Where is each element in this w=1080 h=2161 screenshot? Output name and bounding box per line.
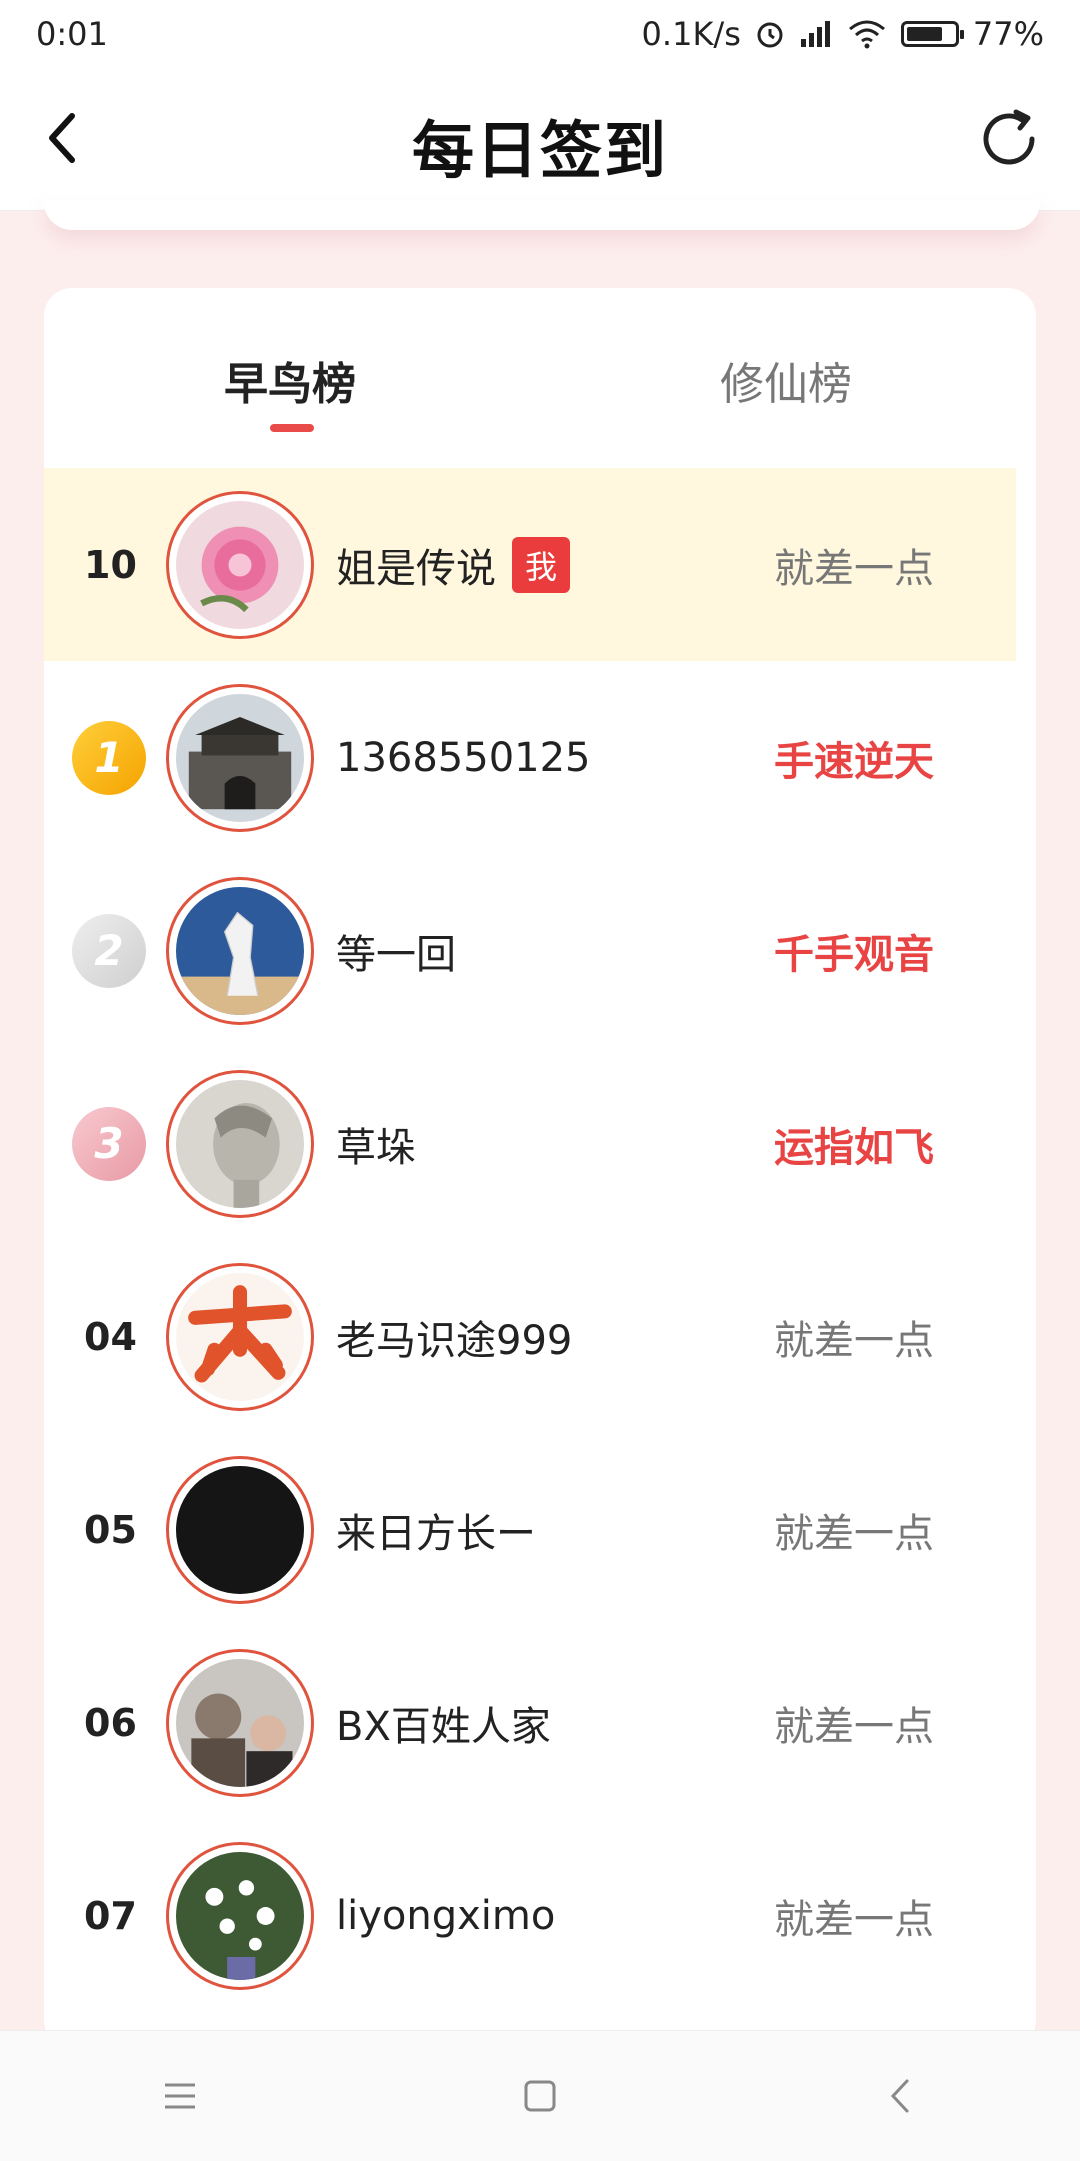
- rank-2-medal-icon: 2: [72, 913, 146, 988]
- list-item[interactable]: 1 1368550125 手速逆天: [44, 661, 1036, 854]
- user-name-text: 姐是传说: [336, 545, 496, 592]
- user-name-text: 草垛: [336, 1124, 416, 1171]
- avatar-image: [176, 1079, 304, 1208]
- list-item-mine[interactable]: 10 姐是传说 我 就差一点: [44, 468, 1016, 661]
- rank-number: 10: [84, 542, 137, 587]
- status-icons: 0.1K/s 77%: [642, 15, 1044, 53]
- status-time: 0:01: [36, 15, 108, 53]
- list-item[interactable]: 06 BX百姓人家 就差一点: [44, 1626, 1036, 1819]
- alarm-icon: [755, 19, 785, 49]
- avatar[interactable]: [166, 1841, 314, 1990]
- system-nav-bar: [0, 2030, 1080, 2161]
- avatar-image: [176, 886, 304, 1015]
- menu-icon: [165, 2083, 195, 2109]
- user-name-text: 等一回: [336, 931, 456, 978]
- nav-back-button[interactable]: [855, 2051, 945, 2141]
- list-item[interactable]: 3 草垛 运指如飞: [44, 1047, 1036, 1240]
- signal-icon: [799, 19, 833, 49]
- ranking-list: 10 姐是传说 我 就差一点 1 1368550125 手速逆天 2 等一回 千…: [44, 468, 1036, 2012]
- tab-indicator: [270, 424, 314, 432]
- status-text: 就差一点: [774, 1317, 934, 1364]
- status-text: 就差一点: [774, 1510, 934, 1557]
- avatar[interactable]: [166, 1069, 314, 1218]
- avatar-image: [176, 1658, 304, 1787]
- rank-number: 04: [84, 1314, 137, 1359]
- avatar[interactable]: [166, 1648, 314, 1797]
- status-bar: 0:01 0.1K/s 77%: [0, 0, 1080, 68]
- avatar-image: [176, 1272, 304, 1401]
- wifi-icon: [847, 19, 887, 49]
- list-item[interactable]: 07 liyongximo 就差一点: [44, 1819, 1036, 2012]
- status-text: 就差一点: [774, 1703, 934, 1750]
- avatar-image: [176, 693, 304, 822]
- status-text: 运指如飞: [774, 1124, 934, 1171]
- rank-number: 07: [84, 1893, 137, 1938]
- status-text: 就差一点: [774, 1896, 934, 1943]
- status-text: 手速逆天: [774, 738, 934, 785]
- top-card: [44, 200, 1040, 230]
- rank-number: 06: [84, 1700, 137, 1745]
- avatar[interactable]: [166, 490, 314, 639]
- home-button[interactable]: [495, 2051, 585, 2141]
- status-text: 就差一点: [774, 545, 934, 592]
- user-name: 等一回: [336, 922, 456, 980]
- battery-icon: [900, 21, 964, 47]
- tab-immortal[interactable]: 修仙榜: [720, 348, 852, 412]
- avatar-image: [176, 500, 304, 629]
- user-name: liyongximo: [336, 1893, 555, 1939]
- menu-button[interactable]: [135, 2051, 225, 2141]
- avatar[interactable]: [166, 1455, 314, 1604]
- refresh-icon: [983, 109, 1035, 165]
- list-item[interactable]: 05 来日方长ー 就差一点: [44, 1433, 1036, 1626]
- leaderboard-card: 早鸟榜 修仙榜 10 姐是传说 我 就差一点 1 1368550125 手速逆天…: [44, 288, 1036, 2048]
- refresh-button[interactable]: [974, 104, 1044, 174]
- user-name-text: BX百姓人家: [336, 1703, 551, 1750]
- tab-early-bird[interactable]: 早鸟榜: [224, 348, 356, 412]
- user-name: 来日方长ー: [336, 1501, 536, 1559]
- list-item[interactable]: 04 老马识途999 就差一点: [44, 1240, 1036, 1433]
- avatar-image: [176, 1465, 304, 1594]
- rank-3-medal-icon: 3: [72, 1106, 146, 1181]
- status-text: 千手观音: [774, 931, 934, 978]
- user-name: 1368550125: [336, 735, 591, 781]
- user-name: BX百姓人家: [336, 1694, 551, 1752]
- avatar[interactable]: [166, 876, 314, 1025]
- page-title: 每日签到: [411, 114, 668, 187]
- home-square-icon: [524, 2080, 556, 2112]
- avatar[interactable]: [166, 1262, 314, 1411]
- user-name: 姐是传说 我: [336, 536, 570, 594]
- back-triangle-icon: [890, 2079, 909, 2113]
- avatar[interactable]: [166, 683, 314, 832]
- avatar-image: [176, 1851, 304, 1980]
- user-name: 老马识途999: [336, 1308, 572, 1366]
- list-item[interactable]: 2 等一回 千手观音: [44, 854, 1036, 1047]
- rank-1-medal-icon: 1: [72, 720, 146, 795]
- me-badge: 我: [512, 536, 570, 593]
- header: 每日签到: [0, 68, 1080, 211]
- user-name-text: liyongximo: [336, 1892, 556, 1939]
- tab-bar: 早鸟榜 修仙榜: [44, 288, 1036, 468]
- rank-number: 05: [84, 1507, 137, 1552]
- user-name-text: 老马识途999: [336, 1317, 573, 1364]
- network-speed: 0.1K/s: [641, 15, 741, 53]
- user-name: 草垛: [336, 1115, 416, 1173]
- user-name-text: 1368550125: [336, 734, 591, 781]
- battery-percent: 77%: [972, 15, 1044, 53]
- user-name-text: 来日方长ー: [336, 1510, 536, 1557]
